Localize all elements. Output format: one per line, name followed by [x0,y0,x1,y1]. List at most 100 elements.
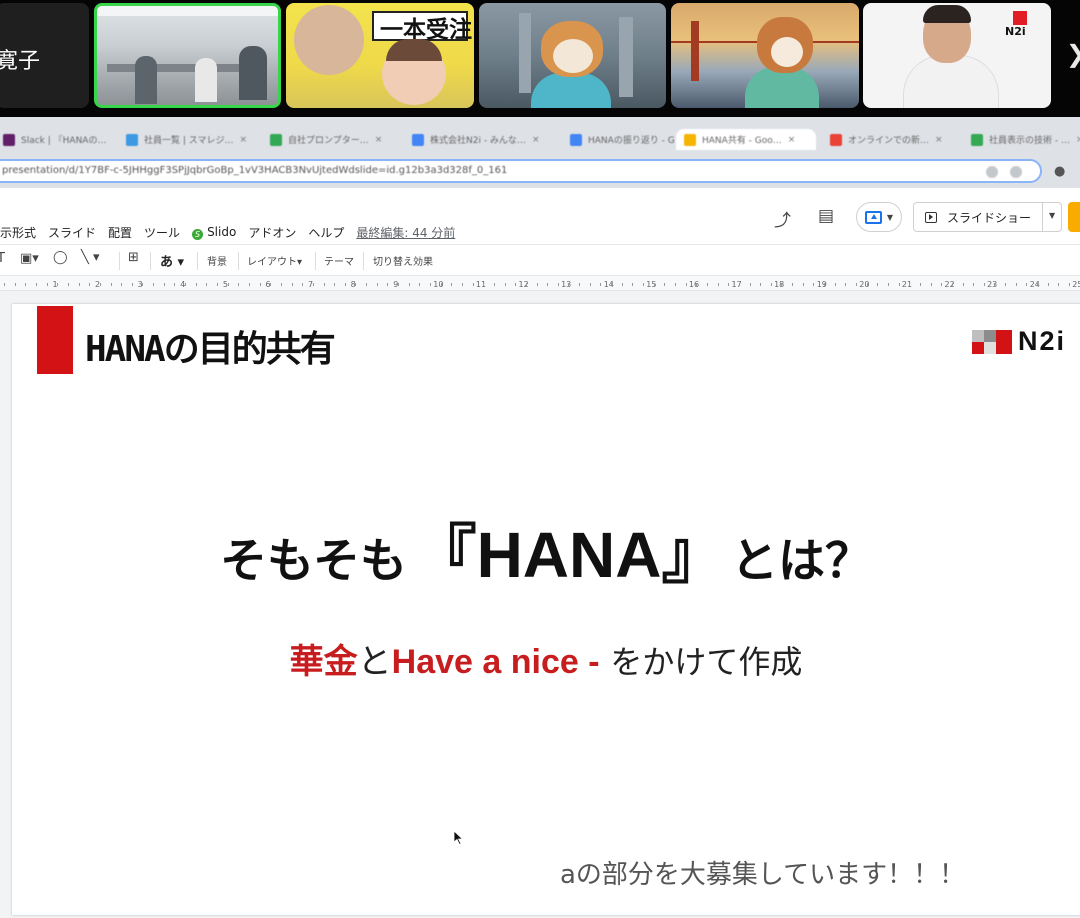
ruler-tick [536,283,538,286]
ruler-tick [674,283,676,286]
office-person [195,58,217,102]
main-prefix: そもそも [219,534,408,589]
ruler-tick [887,283,889,286]
chevron-down-icon: ▼ [886,212,894,222]
bookmark-icon[interactable] [986,166,998,178]
address-url: presentation/d/1Y7BF-c-5JHHggF3SPjJqbrGo… [2,165,508,176]
image-icon[interactable]: ▣▾ [20,251,39,266]
browser-tab[interactable]: 社員一覧 | スマレジ… × [118,129,256,150]
ruler-tick [770,283,772,286]
ruler-tick [941,283,943,286]
extension-icon[interactable] [1010,166,1022,178]
menu-item-addons[interactable]: アドオン [248,224,296,241]
shape-icon[interactable]: ◯ [53,250,68,265]
divider [315,252,316,270]
participant-tile-avatar-dog[interactable] [671,3,859,108]
participant-name: 寛子 [0,49,41,74]
tab-favicon-icon [3,133,15,146]
participant-tile-kid[interactable]: 一本受注 [286,3,474,108]
ruler-tick [760,283,762,286]
slide-title[interactable]: HANAの目的共有 [85,320,336,372]
ruler-tick [4,283,5,286]
ruler-tick [919,283,921,286]
ruler-tick [89,283,91,286]
main-heading[interactable]: そもそも 『HANA』 とは？ [12,504,1080,596]
present-button[interactable]: ▼ [856,202,902,232]
sub-connector: と [357,642,392,682]
background-button[interactable]: 背景 [207,253,227,268]
mouse-cursor-icon [454,831,464,845]
ruler-tick [419,283,421,286]
line-icon[interactable]: ╲ ▾ [81,250,99,265]
ruler-tick [461,283,463,286]
transition-button[interactable]: 切り替え効果 [373,253,433,268]
close-icon[interactable]: × [375,135,383,145]
comment-icon[interactable]: ▤ [818,206,834,226]
company-logo: N2i [972,326,1066,357]
slide[interactable]: HANAの目的共有 N2i そもそも 『HANA』 とは？ 華金とHave a … [12,304,1080,915]
menu-bar: 示形式 スライド 配置 ツール S Slido アドオン ヘルプ 最終編集: 44… [0,224,467,241]
tab-label: HANA共有 - Goo… [702,136,782,146]
browser-tab[interactable]: 株式会社N2i - みんな… × [404,129,555,150]
ruler-tick [99,283,101,286]
share-button[interactable] [1068,202,1080,232]
ruler-tick [14,283,16,286]
ruler-tick [706,283,708,286]
slideshow-button[interactable]: スライドショー ▼ [913,202,1062,232]
close-icon[interactable]: × [532,135,540,145]
ruler-tick [696,283,698,286]
menu-item-tools[interactable]: ツール [144,224,180,241]
office-person [239,46,267,100]
ruler-tick [568,283,570,286]
divider [238,252,239,270]
ruler-tick [451,283,453,286]
browser-tab[interactable]: 社員表示の技術 - … × [963,129,1080,150]
comment-add-icon[interactable]: ⊞ [128,250,139,265]
menu-item-slide[interactable]: スライド [48,224,96,241]
sub-heading[interactable]: 華金とHave a nice - をかけて作成 [12,634,1080,683]
divider [197,252,198,270]
browser-tab[interactable]: HANA共有 - Goo… × [676,129,816,150]
input-tools-button[interactable]: あ ▾ [160,251,184,270]
ruler-tick [185,283,187,286]
close-icon[interactable]: × [935,135,943,145]
menu-item-slido[interactable]: S Slido [192,225,236,240]
browser-tab[interactable]: オンラインでの新… × [822,129,956,150]
tab-favicon-icon [684,133,696,146]
participant-tile-office[interactable] [94,3,281,108]
menu-item-help[interactable]: ヘルプ [308,224,344,241]
trending-icon[interactable]: ⤴ [774,206,791,231]
browser-tab[interactable]: Slack | 『HANAの…× [0,129,108,150]
footer-note[interactable]: aの部分を大募集しています！！！ [560,854,965,891]
browser-chrome: Slack | 『HANAの…× 社員一覧 | スマレジ…× 自社プロンプター…× 株… [0,117,1080,188]
participant-tile-name[interactable]: 寛子 [0,3,89,108]
close-icon[interactable]: × [788,135,796,145]
last-edit-link[interactable]: 最終編集: 44 分前 [356,224,455,241]
slido-icon: S [192,229,204,240]
layout-button[interactable]: レイアウト▾ [247,253,302,268]
textbox-icon[interactable]: T [0,251,5,266]
ruler-tick [1026,283,1028,286]
tab-favicon-icon [412,133,424,146]
chevron-right-icon[interactable]: ❯ [1066,40,1080,68]
man-hair [923,5,971,23]
avatar-hoodie [745,67,819,108]
video-strip: 寛子 一本受注 N2i [0,0,1080,117]
participant-tile-avatar-cat[interactable] [479,3,666,108]
browser-tab[interactable]: HANAの振り返り - Goo…× [562,129,674,150]
close-icon[interactable]: × [240,135,248,145]
profile-icon[interactable]: ● [1054,164,1065,179]
ruler-label: 15 [646,280,657,289]
ruler-tick [78,283,80,286]
ruler-tick [153,283,155,286]
menu-item-format[interactable]: 示形式 [0,224,36,241]
ruler-label: 18 [774,280,785,289]
address-bar[interactable]: presentation/d/1Y7BF-c-5JHHggF3SPjJqbrGo… [0,159,1042,183]
menu-item-arrange[interactable]: 配置 [108,224,132,241]
slides-app-bar: 示形式 スライド 配置 ツール S Slido アドオン ヘルプ 最終編集: 44… [0,188,1080,244]
chevron-down-icon[interactable]: ▼ [1049,211,1055,220]
participant-tile-man[interactable]: N2i [863,3,1051,108]
theme-button[interactable]: テーマ [324,253,354,268]
office-ceiling [97,6,278,16]
browser-tab[interactable]: 自社プロンプター… × [262,129,398,150]
